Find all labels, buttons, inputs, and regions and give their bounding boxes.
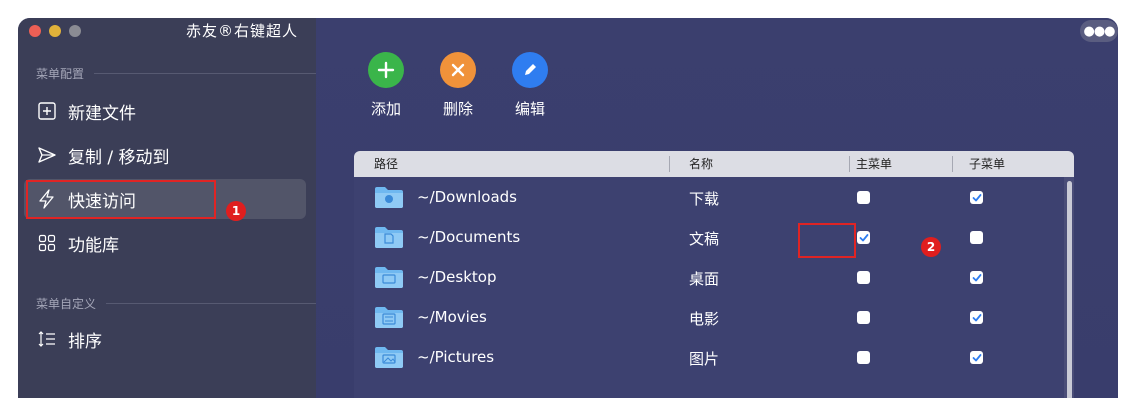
- table-header: 路径 名称 主菜单 子菜单: [354, 151, 1074, 177]
- row-path: ~/Documents: [417, 228, 521, 246]
- table-row[interactable]: ~/Desktop 桌面: [354, 257, 1074, 297]
- column-separator: [849, 156, 850, 172]
- scrollbar-thumb[interactable]: [1067, 181, 1072, 398]
- grid-icon: [36, 232, 58, 254]
- step-badge-1: 1: [226, 201, 246, 221]
- main-menu-checkbox[interactable]: [857, 271, 870, 284]
- divider: [106, 303, 316, 304]
- app-title: 赤友®右键超人: [185, 22, 298, 40]
- add-button[interactable]: 添加: [364, 52, 408, 119]
- zoom-button[interactable]: [69, 25, 81, 37]
- row-name: 下载: [689, 190, 720, 208]
- edit-button[interactable]: 编辑: [508, 52, 552, 119]
- main-menu-checkbox[interactable]: [857, 191, 870, 204]
- highlight-box-documents-main: [798, 223, 856, 258]
- sidebar-item-label: 功能库: [68, 235, 119, 256]
- close-button[interactable]: [29, 25, 41, 37]
- sub-menu-checkbox[interactable]: [970, 351, 983, 364]
- row-name: 文稿: [689, 230, 720, 248]
- edit-label: 编辑: [514, 100, 545, 118]
- table-row[interactable]: ~/Movies 电影: [354, 297, 1074, 337]
- sidebar-item-label: 排序: [68, 331, 102, 352]
- row-path: ~/Movies: [417, 308, 487, 326]
- sub-menu-checkbox[interactable]: [970, 191, 983, 204]
- column-header-main-menu[interactable]: 主菜单: [856, 151, 892, 177]
- sidebar-item-new-file[interactable]: 新建文件: [24, 91, 306, 131]
- highlight-box-quick-access: [26, 180, 216, 219]
- plus-icon: [368, 52, 404, 88]
- column-header-path[interactable]: 路径: [374, 151, 398, 177]
- delete-label: 删除: [442, 100, 473, 118]
- row-path: ~/Pictures: [417, 348, 495, 366]
- column-header-sub-menu[interactable]: 子菜单: [969, 151, 1005, 177]
- add-label: 添加: [370, 100, 401, 118]
- vertical-scrollbar[interactable]: [1064, 177, 1074, 398]
- row-name: 电影: [689, 310, 720, 328]
- main-menu-checkbox[interactable]: [857, 231, 870, 244]
- ellipsis-icon[interactable]: ●●●: [1080, 20, 1118, 42]
- sidebar-item-sort[interactable]: 排序: [24, 319, 306, 359]
- pencil-icon: [512, 52, 548, 88]
- sidebar-item-copy-move[interactable]: 复制 / 移动到: [24, 135, 306, 175]
- delete-button[interactable]: 删除: [436, 52, 480, 119]
- sidebar-item-label: 新建文件: [68, 103, 136, 124]
- row-name: 图片: [689, 350, 720, 368]
- sub-menu-checkbox[interactable]: [970, 311, 983, 324]
- desktop-folder-icon: [375, 267, 403, 288]
- section-label-text: 菜单自定义: [36, 297, 97, 311]
- window-controls: [29, 25, 81, 37]
- main-panel: ●●● 添加 删除 编辑 路径 名称 主菜单 子菜单 ~/Downloads 下…: [316, 18, 1118, 398]
- column-separator: [669, 156, 670, 172]
- main-menu-checkbox[interactable]: [857, 351, 870, 364]
- column-header-name[interactable]: 名称: [689, 151, 713, 177]
- downloads-folder-icon: [375, 187, 403, 208]
- pictures-folder-icon: [375, 347, 403, 368]
- sidebar: 赤友®右键超人 菜单配置 新建文件 复制 / 移动到 快速访问 1 功能库 菜单…: [18, 18, 316, 398]
- section-label-text: 菜单配置: [36, 67, 85, 81]
- app-window: 赤友®右键超人 菜单配置 新建文件 复制 / 移动到 快速访问 1 功能库 菜单…: [18, 18, 1118, 398]
- close-icon: [440, 52, 476, 88]
- main-menu-checkbox[interactable]: [857, 311, 870, 324]
- sub-menu-checkbox[interactable]: [970, 231, 983, 244]
- plus-square-icon: [36, 100, 58, 122]
- quick-access-table: 路径 名称 主菜单 子菜单 ~/Downloads 下载 ~/Documents 文稿…: [354, 151, 1074, 398]
- divider: [94, 73, 316, 74]
- send-icon: [36, 144, 58, 166]
- row-name: 桌面: [689, 270, 720, 288]
- minimize-button[interactable]: [49, 25, 61, 37]
- sidebar-item-library[interactable]: 功能库: [24, 223, 306, 263]
- documents-folder-icon: [375, 227, 403, 248]
- table-row[interactable]: ~/Downloads 下载: [354, 177, 1074, 217]
- section-label-menu-custom: 菜单自定义: [36, 295, 316, 312]
- movies-folder-icon: [375, 307, 403, 328]
- sort-list-icon: [36, 328, 58, 350]
- row-path: ~/Desktop: [417, 268, 497, 286]
- row-path: ~/Downloads: [417, 188, 517, 206]
- column-separator: [952, 156, 953, 172]
- table-row[interactable]: ~/Documents 文稿: [354, 217, 1074, 257]
- sidebar-item-label: 复制 / 移动到: [68, 147, 170, 168]
- step-badge-2: 2: [921, 237, 941, 257]
- section-label-menu-config: 菜单配置: [36, 65, 316, 82]
- table-row[interactable]: ~/Pictures 图片: [354, 337, 1074, 377]
- sub-menu-checkbox[interactable]: [970, 271, 983, 284]
